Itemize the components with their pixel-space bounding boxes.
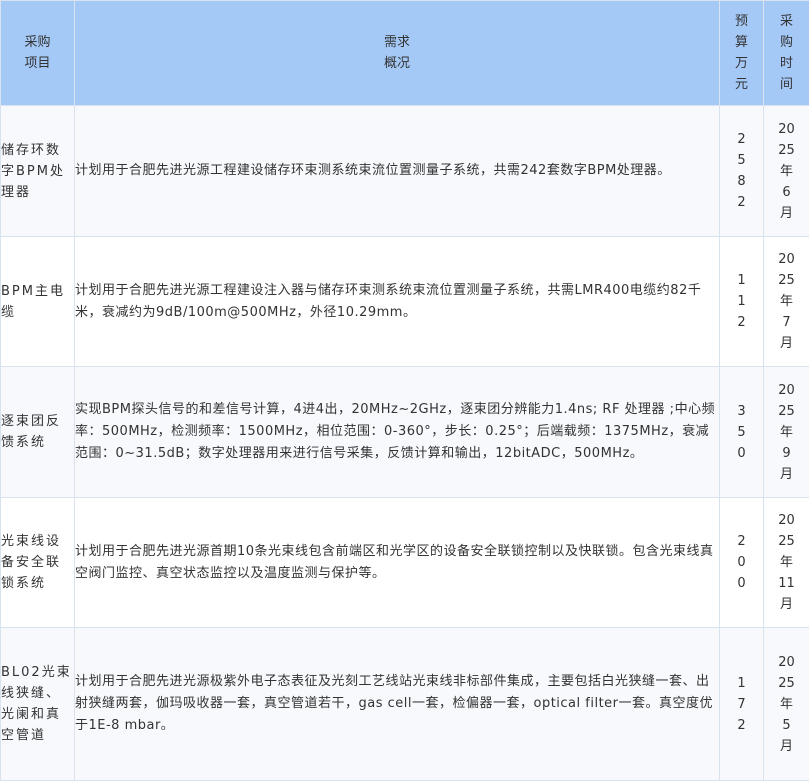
row-budget: 2 5 8 2: [720, 106, 764, 237]
budget-digit: 5: [720, 422, 763, 443]
table-header-row: 采购 项目 需求 概况 预 算 万 元 采 购 时 间: [1, 1, 809, 106]
row-budget: 3 5 0: [720, 367, 764, 498]
row-time: 20 25 年 5 月: [764, 628, 809, 781]
table-row: 逐束团反馈系统 实现BPM探头信号的和差信号计算，4进4出，20MHz~2GHz…: [1, 367, 809, 498]
header-item: 采购 项目: [1, 1, 75, 106]
row-budget: 1 7 2: [720, 628, 764, 781]
table-row: BL02光束线狭缝、光阑和真空管道 计划用于合肥先进光源极紫外电子态表征及光刻工…: [1, 628, 809, 781]
header-budget-char: 万: [720, 53, 763, 74]
budget-digit: 0: [720, 443, 763, 464]
budget-digit: 2: [720, 312, 763, 333]
header-desc-line: 需求: [75, 32, 719, 53]
header-desc: 需求 概况: [75, 1, 720, 106]
header-budget-char: 元: [720, 74, 763, 95]
budget-digit: 8: [720, 171, 763, 192]
budget-digit: 1: [720, 673, 763, 694]
row-time: 20 25 年 6 月: [764, 106, 809, 237]
table-row: 光束线设备安全联锁系统 计划用于合肥先进光源首期10条光束线包含前端区和光学区的…: [1, 498, 809, 628]
time-part: 月: [764, 736, 809, 757]
table-row: BPM主电缆 计划用于合肥先进光源工程建设注入器与储存环束测系统束流位置测量子系…: [1, 237, 809, 367]
row-time: 20 25 年 9 月: [764, 367, 809, 498]
header-item-line: 采购: [1, 32, 74, 53]
time-part: 20: [764, 119, 809, 140]
header-time-char: 时: [764, 53, 809, 74]
header-budget-char: 预: [720, 11, 763, 32]
time-part: 25: [764, 140, 809, 161]
table-row: 储存环数字BPM处理器 计划用于合肥先进光源工程建设储存环束测系统束流位置测量子…: [1, 106, 809, 237]
row-desc: 计划用于合肥先进光源首期10条光束线包含前端区和光学区的设备安全联锁控制以及快联…: [75, 498, 720, 628]
time-part: 月: [764, 203, 809, 224]
header-time: 采 购 时 间: [764, 1, 809, 106]
budget-digit: 3: [720, 401, 763, 422]
row-budget: 2 0 0: [720, 498, 764, 628]
row-item: 逐束团反馈系统: [1, 367, 75, 498]
time-part: 年: [764, 422, 809, 443]
row-desc: 计划用于合肥先进光源工程建设注入器与储存环束测系统束流位置测量子系统，共需LMR…: [75, 237, 720, 367]
budget-digit: 7: [720, 694, 763, 715]
time-part: 月: [764, 464, 809, 485]
row-desc: 实现BPM探头信号的和差信号计算，4进4出，20MHz~2GHz，逐束团分辨能力…: [75, 367, 720, 498]
header-budget: 预 算 万 元: [720, 1, 764, 106]
time-part: 25: [764, 531, 809, 552]
time-part: 6: [764, 182, 809, 203]
time-part: 25: [764, 401, 809, 422]
budget-digit: 1: [720, 270, 763, 291]
row-item: 储存环数字BPM处理器: [1, 106, 75, 237]
budget-digit: 2: [720, 129, 763, 150]
header-budget-char: 算: [720, 32, 763, 53]
row-item: BPM主电缆: [1, 237, 75, 367]
row-item: 光束线设备安全联锁系统: [1, 498, 75, 628]
time-part: 年: [764, 694, 809, 715]
time-part: 20: [764, 249, 809, 270]
time-part: 月: [764, 594, 809, 615]
row-time: 20 25 年 11 月: [764, 498, 809, 628]
time-part: 25: [764, 673, 809, 694]
time-part: 20: [764, 652, 809, 673]
time-part: 年: [764, 161, 809, 182]
budget-digit: 2: [720, 531, 763, 552]
procurement-table: 采购 项目 需求 概况 预 算 万 元 采 购 时 间 储存环数字BPM处理器: [0, 0, 809, 781]
time-part: 11: [764, 573, 809, 594]
header-item-line: 项目: [1, 53, 74, 74]
budget-digit: 1: [720, 291, 763, 312]
time-part: 25: [764, 270, 809, 291]
budget-digit: 2: [720, 192, 763, 213]
budget-digit: 0: [720, 573, 763, 594]
time-part: 年: [764, 291, 809, 312]
row-item: BL02光束线狭缝、光阑和真空管道: [1, 628, 75, 781]
time-part: 5: [764, 715, 809, 736]
budget-digit: 5: [720, 150, 763, 171]
budget-digit: 0: [720, 552, 763, 573]
row-desc: 计划用于合肥先进光源极紫外电子态表征及光刻工艺线站光束线非标部件集成，主要包括白…: [75, 628, 720, 781]
row-time: 20 25 年 7 月: [764, 237, 809, 367]
time-part: 7: [764, 312, 809, 333]
time-part: 20: [764, 380, 809, 401]
header-time-char: 采: [764, 11, 809, 32]
time-part: 9: [764, 443, 809, 464]
time-part: 20: [764, 510, 809, 531]
budget-digit: 2: [720, 715, 763, 736]
row-budget: 1 1 2: [720, 237, 764, 367]
header-time-char: 间: [764, 74, 809, 95]
row-desc: 计划用于合肥先进光源工程建设储存环束测系统束流位置测量子系统，共需242套数字B…: [75, 106, 720, 237]
header-desc-line: 概况: [75, 53, 719, 74]
time-part: 年: [764, 552, 809, 573]
time-part: 月: [764, 333, 809, 354]
header-time-char: 购: [764, 32, 809, 53]
